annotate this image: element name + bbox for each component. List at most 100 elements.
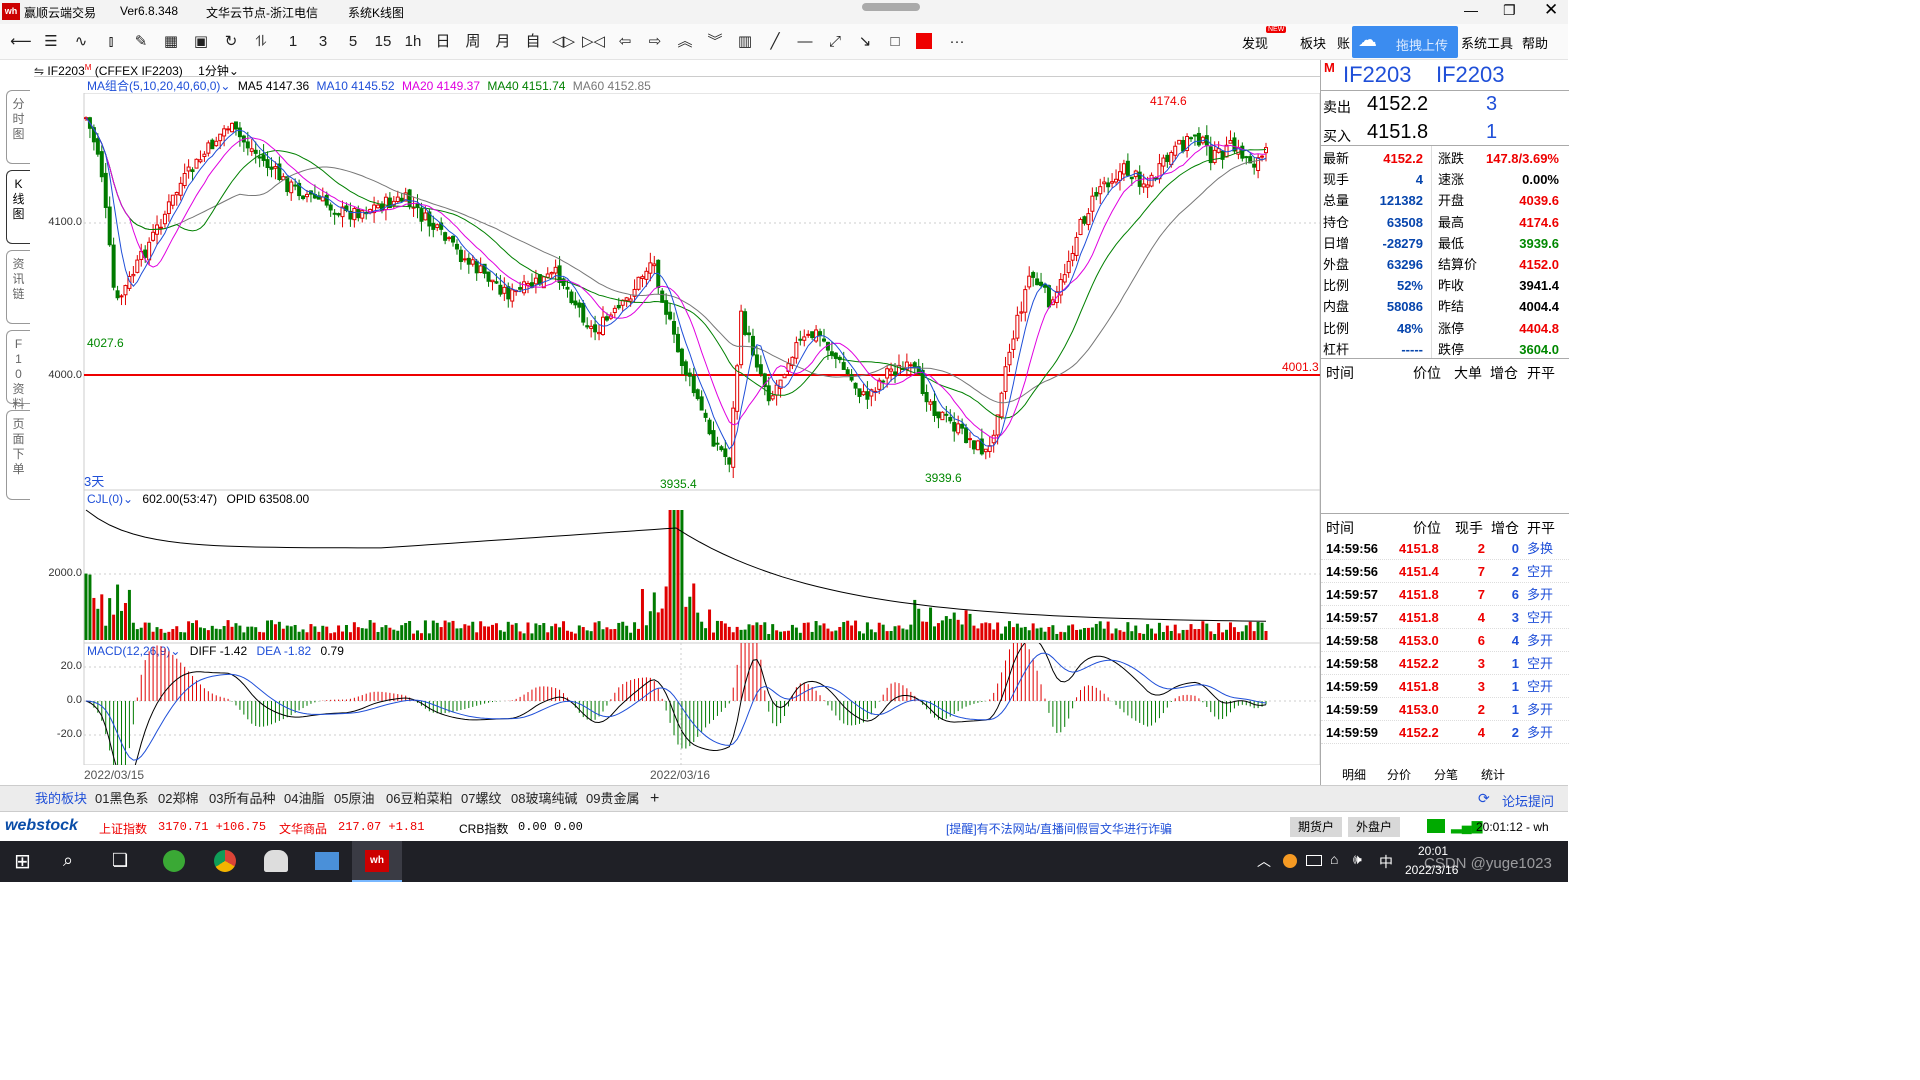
period-day[interactable]: 日 [432, 30, 454, 54]
left-arrow-icon[interactable]: ⇦ [614, 30, 636, 54]
volume-chart[interactable] [30, 490, 1320, 643]
brush-icon[interactable]: ✎ [130, 30, 152, 54]
indicator-icon[interactable]: ⥮ [250, 30, 272, 54]
futures-account-button[interactable]: 期货户 [1290, 817, 1342, 837]
forum-link[interactable]: 论坛提问 [1502, 791, 1554, 810]
forum-icon[interactable]: ⟳ [1478, 790, 1490, 807]
tray-chevron-icon[interactable]: ︿ [1257, 851, 1271, 871]
period-custom[interactable]: 自 [522, 30, 544, 54]
board-tab[interactable]: 06豆粕菜粕 [386, 791, 452, 807]
tab-order[interactable]: 页面下单 [6, 410, 30, 500]
maximize-icon[interactable]: ❐ [1503, 2, 1516, 19]
tray-icon-1[interactable] [1283, 854, 1297, 868]
wenhua-taskbar-icon[interactable]: wh [365, 850, 389, 872]
tab-timeshare[interactable]: 分时图 [6, 90, 30, 164]
period-month[interactable]: 月 [492, 30, 514, 54]
board-tab[interactable]: 08玻璃纯碱 [511, 791, 577, 807]
taskview-icon[interactable]: ❏ [112, 850, 128, 871]
board-tab[interactable]: 01黑色系 [95, 791, 148, 807]
board-tab[interactable]: 05原油 [334, 791, 374, 807]
board-tab[interactable]: 我的板块 [35, 791, 87, 807]
windows-start-icon[interactable]: ⊞ [14, 849, 31, 874]
battery-icon[interactable] [1306, 855, 1322, 866]
tab-f10[interactable]: F10资料 [6, 330, 30, 411]
volume-bar [739, 629, 743, 640]
minimize-icon[interactable]: — [1464, 2, 1478, 18]
candle-body [135, 259, 140, 273]
network-icon[interactable]: ⌂ [1330, 851, 1338, 867]
board-tab[interactable]: 02郑棉 [158, 791, 198, 807]
app-icon-1[interactable] [163, 850, 185, 872]
tick-type: 多换 [1527, 541, 1554, 556]
app-icon-3[interactable] [264, 850, 288, 872]
stat-label: 开盘 [1438, 193, 1465, 209]
ray-down-icon[interactable]: ↘ [854, 30, 876, 54]
up-icon[interactable]: ︽ [674, 30, 696, 54]
volume-icon[interactable]: 🕪 [1353, 851, 1362, 868]
zoom-in-icon[interactable]: ◁▷ [552, 30, 575, 54]
board-tab[interactable]: 09贵金属 [586, 791, 639, 807]
search-icon[interactable]: ⌕ [63, 850, 73, 871]
period-week[interactable]: 周 [462, 30, 484, 54]
app-icon-4[interactable] [315, 852, 339, 870]
close-icon[interactable]: ✕ [1544, 0, 1558, 20]
rect-icon[interactable]: □ [884, 30, 906, 54]
menu-sector[interactable]: 板块 [1300, 33, 1326, 52]
menu-account[interactable]: 账 [1337, 33, 1350, 52]
down-icon[interactable]: ︾ [704, 30, 726, 54]
board-tab[interactable]: 07螺纹 [461, 791, 501, 807]
hline-icon[interactable]: — [794, 30, 816, 54]
back-icon[interactable]: ⟵ [10, 30, 32, 54]
tick-type: 空开 [1527, 656, 1554, 671]
tab-byprice[interactable]: 分价 [1387, 766, 1411, 783]
upload-button[interactable]: ☁ 拖拽上传 [1352, 26, 1458, 58]
period-15[interactable]: 15 [372, 30, 394, 54]
save-icon[interactable]: ▣ [190, 30, 212, 54]
period-1h[interactable]: 1h [402, 30, 424, 54]
line-chart-icon[interactable]: ∿ [70, 30, 92, 54]
fraud-notice[interactable]: [提醒]有不法网站/直播间假冒文华进行诈骗 [946, 820, 1172, 837]
menu-discover[interactable]: 发现 [1242, 33, 1268, 52]
candle-body [774, 384, 779, 396]
chrome-icon[interactable] [214, 850, 236, 872]
zoom-out-icon[interactable]: ▷◁ [582, 30, 605, 54]
draw-line-icon[interactable]: ╱ [764, 30, 786, 54]
board-tab[interactable]: 03所有品种 [209, 791, 275, 807]
sync-icon[interactable]: ⇋ [34, 64, 44, 78]
menu-system-tools[interactable]: 系统工具 [1461, 33, 1513, 52]
ma-group-label[interactable]: MA组合(5,10,20,40,60,0) [87, 79, 220, 93]
tab-detail[interactable]: 明细 [1342, 766, 1366, 783]
more-icon[interactable]: ··· [946, 30, 968, 54]
chevron-down-icon[interactable]: ⌄ [220, 79, 230, 93]
color-picker-icon[interactable] [916, 33, 932, 49]
chevron-down-icon[interactable]: ⌄ [229, 64, 239, 78]
refresh-icon[interactable]: ↻ [220, 30, 242, 54]
volume-bar [865, 622, 869, 640]
menu-help[interactable]: 帮助 [1522, 33, 1548, 52]
period-1[interactable]: 1 [282, 30, 304, 54]
board-tab[interactable]: 04油脂 [284, 791, 324, 807]
candle-icon[interactable]: ⫾ [100, 30, 122, 54]
tab-kline[interactable]: K线图 [6, 170, 30, 244]
ray-icon[interactable]: ⤢ [824, 30, 846, 54]
tab-news[interactable]: 资讯链 [6, 250, 30, 324]
macd-chart[interactable] [30, 643, 1320, 765]
period-select[interactable]: 1分钟 [198, 64, 229, 78]
candle-body [991, 434, 996, 444]
period-5[interactable]: 5 [342, 30, 364, 54]
calculator-icon[interactable]: ▦ [160, 30, 182, 54]
ime-indicator[interactable]: 中 [1379, 852, 1393, 872]
volume-bar [613, 628, 617, 640]
board-tab[interactable]: + [650, 791, 659, 807]
stat-label: 日增 [1323, 235, 1350, 251]
tab-bytick[interactable]: 分笔 [1434, 766, 1458, 783]
foreign-account-button[interactable]: 外盘户 [1348, 817, 1400, 837]
tab-stats[interactable]: 统计 [1481, 766, 1505, 783]
chart-area[interactable]: ⇋ IF2203M (CFFEX IF2203) 1分钟⌄ MA组合(5,10,… [30, 60, 1320, 785]
price-chart[interactable]: 4174.6 4027.6 3935.4 3939.6 4001.3 3天 [30, 93, 1320, 490]
layout-icon[interactable]: ▥ [734, 30, 756, 54]
volume-bar [869, 629, 873, 640]
period-3[interactable]: 3 [312, 30, 334, 54]
right-arrow-icon[interactable]: ⇨ [644, 30, 666, 54]
list-icon[interactable]: ☰ [40, 30, 62, 54]
